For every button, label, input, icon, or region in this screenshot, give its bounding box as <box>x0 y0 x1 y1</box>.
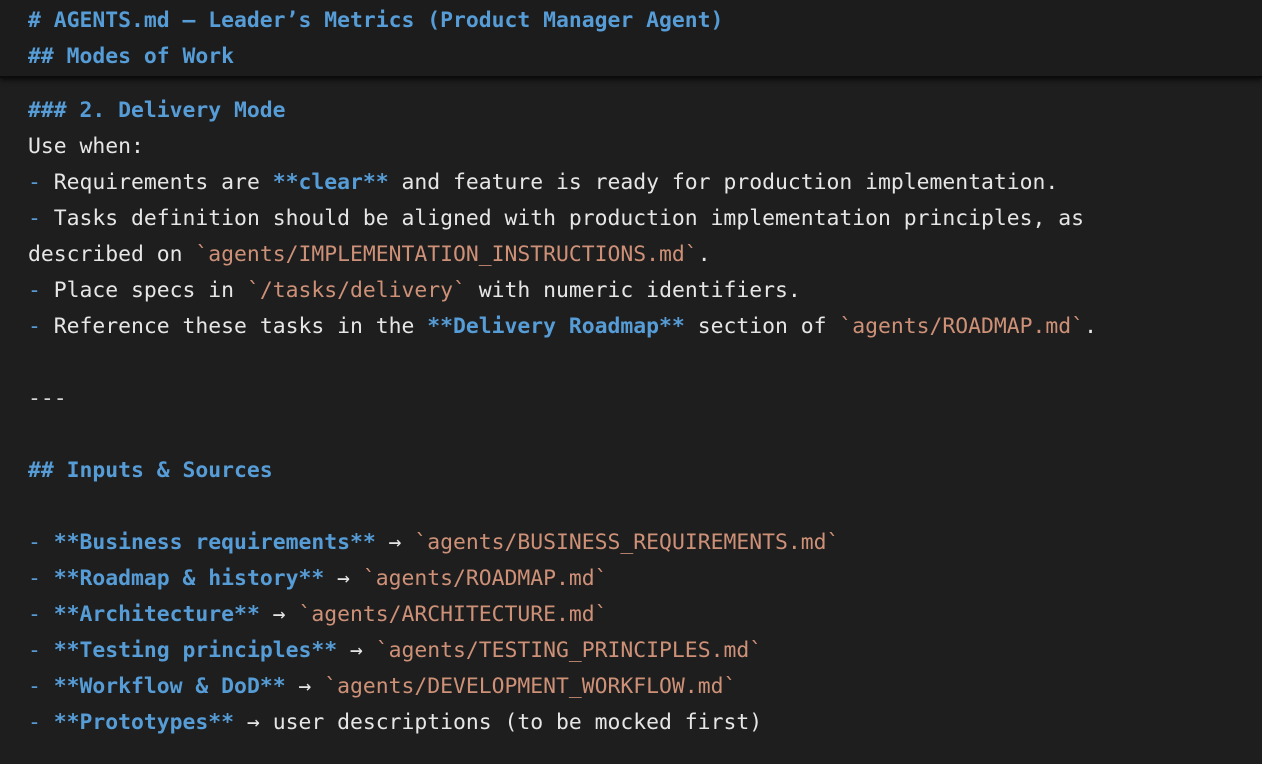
line-text: Place specs in <box>53 278 247 303</box>
list-item-tasks-definition: - Tasks definition should be aligned wit… <box>28 201 1084 237</box>
list-dash: - <box>28 602 54 627</box>
inline-code: `agents/ARCHITECTURE.md` <box>298 602 608 627</box>
list-dash: - <box>28 530 54 555</box>
list-dash: - <box>28 206 54 231</box>
source-item-testing-principles: - **Testing principles** → `agents/TESTI… <box>28 633 762 669</box>
bold-text: **Workflow & DoD** <box>53 674 286 699</box>
arrow-icon: → <box>259 602 299 627</box>
inline-code: `agents/TESTING_PRINCIPLES.md` <box>375 638 763 663</box>
heading-delivery-mode: ### 2. Delivery Mode <box>28 98 286 123</box>
source-item-workflow: - **Workflow & DoD** → `agents/DEVELOPME… <box>28 669 736 705</box>
source-item-business-requirements: - **Business requirements** → `agents/BU… <box>28 525 839 561</box>
list-dash: - <box>28 710 54 735</box>
source-item-prototypes: - **Prototypes** → user descriptions (to… <box>28 705 762 741</box>
line-text: . <box>1084 314 1097 339</box>
list-dash: - <box>28 674 54 699</box>
wrapped-line-described-on: described on `agents/IMPLEMENTATION_INST… <box>28 237 711 273</box>
sticky-scroll-header[interactable]: # AGENTS.md — Leader’s Metrics (Product … <box>0 0 1262 78</box>
list-item-reference-tasks: - Reference these tasks in the **Deliver… <box>28 309 1097 345</box>
line-text: user descriptions (to be mocked first) <box>272 710 763 735</box>
bold-text: **Delivery Roadmap** <box>427 314 685 339</box>
source-item-roadmap: - **Roadmap & history** → `agents/ROADMA… <box>28 561 608 597</box>
line-text: with numeric identifiers. <box>465 278 801 303</box>
arrow-icon: → <box>234 710 273 735</box>
arrow-icon: → <box>285 674 325 699</box>
inline-code: `agents/BUSINESS_REQUIREMENTS.md` <box>414 530 840 555</box>
bold-text: **Business requirements** <box>53 530 376 555</box>
list-dash: - <box>28 638 54 663</box>
heading-inputs-sources: ## Inputs & Sources <box>28 458 273 483</box>
list-dash: - <box>28 314 54 339</box>
line-text: Requirements are <box>53 170 273 195</box>
inline-code: `agents/IMPLEMENTATION_INSTRUCTIONS.md` <box>195 242 698 267</box>
list-item-place-specs: - Place specs in `/tasks/delivery` with … <box>28 273 801 309</box>
inline-code: `agents/ROADMAP.md` <box>362 566 608 591</box>
list-item-requirements: - Requirements are **clear** and feature… <box>28 165 1058 201</box>
source-item-architecture: - **Architecture** → `agents/ARCHITECTUR… <box>28 597 608 633</box>
markdown-editor[interactable]: # AGENTS.md — Leader’s Metrics (Product … <box>0 0 1262 764</box>
list-dash: - <box>28 278 54 303</box>
inline-code: `agents/DEVELOPMENT_WORKFLOW.md` <box>324 674 737 699</box>
inline-code: `agents/ROADMAP.md` <box>839 314 1085 339</box>
arrow-icon: → <box>375 530 415 555</box>
line-text: and feature is ready for production impl… <box>388 170 1059 195</box>
list-dash: - <box>28 170 54 195</box>
arrow-icon: → <box>337 638 376 663</box>
line-text: Tasks definition should be aligned with … <box>53 206 1085 231</box>
use-when-line: Use when: <box>28 134 144 159</box>
bold-text: **clear** <box>272 170 389 195</box>
line-text: described on <box>28 242 196 267</box>
sticky-heading-h2[interactable]: ## Modes of Work <box>28 39 234 75</box>
horizontal-rule: --- <box>28 386 67 411</box>
line-text: Reference these tasks in the <box>53 314 428 339</box>
line-text: . <box>697 242 711 267</box>
inline-code: `/tasks/delivery` <box>246 278 466 303</box>
line-text: section of <box>684 314 840 339</box>
bold-text: **Roadmap & history** <box>53 566 325 591</box>
list-dash: - <box>28 566 54 591</box>
arrow-icon: → <box>324 566 363 591</box>
bold-text: **Architecture** <box>53 602 260 627</box>
sticky-heading-h1[interactable]: # AGENTS.md — Leader’s Metrics (Product … <box>28 3 723 39</box>
bold-text: **Prototypes** <box>53 710 235 735</box>
bold-text: **Testing principles** <box>53 638 338 663</box>
